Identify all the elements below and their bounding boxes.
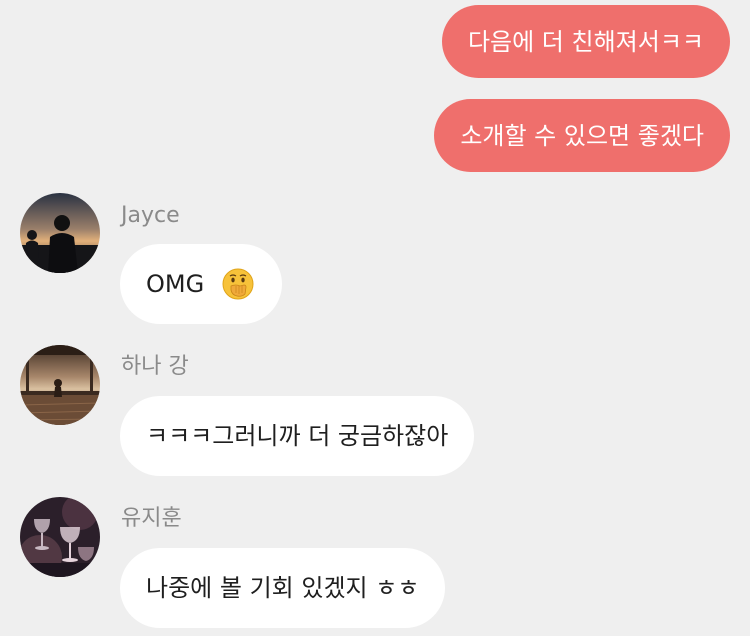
face-with-hand-over-mouth-emoji	[222, 268, 254, 300]
incoming-message-bubble[interactable]: 나중에 볼 기회 있겠지 ㅎㅎ	[120, 548, 446, 628]
chat-thread: 다음에 더 친해져서ㅋㅋ 소개할 수 있으면 좋겠다 Jayce OMG 하나 …	[0, 0, 750, 636]
message-text: 소개할 수 있으면 좋겠다	[460, 121, 704, 150]
incoming-message-bubble[interactable]: ㅋㅋㅋ그러니까 더 궁금하잖아	[120, 396, 475, 476]
message-text: OMG	[146, 270, 205, 298]
message-text: 나중에 볼 기회 있겠지 ㅎㅎ	[146, 574, 420, 602]
avatar-image	[20, 497, 100, 577]
avatar-jayce[interactable]	[20, 193, 100, 273]
avatar-image	[20, 193, 100, 273]
message-text: 다음에 더 친해져서ㅋㅋ	[467, 27, 704, 56]
outgoing-message-bubble[interactable]: 소개할 수 있으면 좋겠다	[434, 99, 730, 172]
incoming-message-bubble[interactable]: OMG	[120, 244, 282, 324]
sender-name: Jayce	[121, 203, 180, 228]
message-text: ㅋㅋㅋ그러니까 더 궁금하잖아	[146, 422, 449, 450]
avatar-image	[20, 345, 100, 425]
outgoing-message-bubble[interactable]: 다음에 더 친해져서ㅋㅋ	[441, 5, 730, 78]
avatar-hana-kang[interactable]	[20, 345, 100, 425]
sender-name: 유지훈	[121, 506, 182, 531]
avatar-yu-jihoon[interactable]	[20, 497, 100, 577]
sender-name: 하나 강	[121, 354, 189, 379]
